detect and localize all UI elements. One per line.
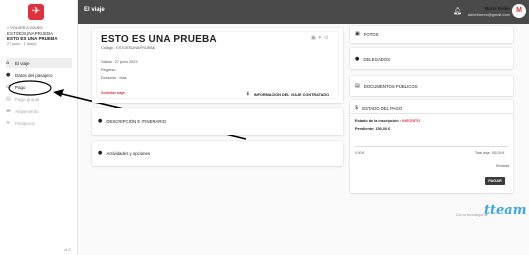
- activity-pin-icon: ●: [98, 150, 103, 156]
- divider: [350, 113, 513, 114]
- trip-return: Regreso :: [101, 68, 118, 72]
- trip-duration: Duración : días: [101, 76, 127, 80]
- payment-header: $ ESTADO DEL PAGO: [355, 105, 403, 111]
- pending-amount: Pendiente: 150,00 €: [355, 127, 391, 131]
- itinerary-header[interactable]: ● DESCRIPCIÓN E ITINERARIO: [98, 118, 166, 124]
- dollar-icon: $: [355, 105, 359, 111]
- annotation-arrowhead: [53, 89, 64, 97]
- registration-status: Estado de la inscripción : INSCRITO: [355, 119, 421, 123]
- documents-header[interactable]: ▤ DOCUMENTOS PÚBLICOS: [355, 83, 418, 89]
- share-icons[interactable]: ▣✦⊙: [311, 35, 330, 41]
- document-icon: ▤: [355, 83, 360, 89]
- trip-departure: Salida : 27 junio 2023: [101, 60, 138, 64]
- location-pin-icon: ●: [98, 118, 103, 124]
- pay-button[interactable]: PAGAR: [485, 177, 505, 185]
- annotation-circle: [8, 80, 52, 96]
- share-icon[interactable]: ⊙: [324, 35, 330, 41]
- person-icon: ●: [355, 56, 360, 62]
- request-cancellation-link[interactable]: Solicitar baja: [101, 91, 125, 95]
- facebook-icon[interactable]: ▣: [311, 35, 318, 41]
- status-badge: INSCRITO: [402, 119, 421, 123]
- tteam-logo[interactable]: tteam: [484, 203, 526, 218]
- remaining-label: Restante: [496, 164, 510, 168]
- trip-code-line: Código : ESTOESUNAPRUEBA: [101, 46, 156, 50]
- trip-info-link[interactable]: ⭳ INFORMACIÓN DEL VIAJE CONTRATADO: [247, 91, 329, 99]
- delegates-header[interactable]: ● DELEGADOS: [355, 56, 390, 62]
- photos-icon: ▣: [355, 31, 360, 37]
- payment-progress-bar: [355, 146, 508, 147]
- photos-header[interactable]: ▣ FOTOS: [355, 31, 378, 37]
- activities-header[interactable]: ● Actividades y opciones: [98, 150, 150, 156]
- trip-title: ESTO ES UNA PRUEBA: [101, 34, 217, 45]
- download-icon: ⭳: [247, 91, 249, 97]
- total-amount: Total viaje: 150,00 €: [475, 151, 505, 155]
- paid-amount: 0,00 €: [355, 151, 365, 155]
